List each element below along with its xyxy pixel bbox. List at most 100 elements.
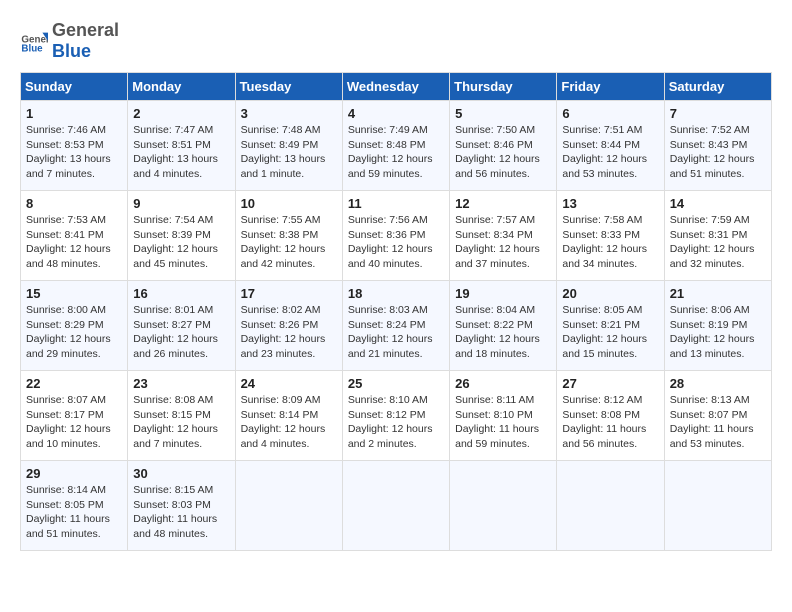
day-info: Sunrise: 8:01 AMSunset: 8:27 PMDaylight:… (133, 304, 218, 360)
day-info: Sunrise: 8:02 AMSunset: 8:26 PMDaylight:… (241, 304, 326, 360)
logo-general-text: General (52, 20, 119, 40)
calendar-day-cell: 19 Sunrise: 8:04 AMSunset: 8:22 PMDaylig… (450, 281, 557, 371)
logo: General Blue General Blue (20, 20, 119, 62)
calendar-day-cell: 13 Sunrise: 7:58 AMSunset: 8:33 PMDaylig… (557, 191, 664, 281)
day-info: Sunrise: 7:49 AMSunset: 8:48 PMDaylight:… (348, 124, 433, 180)
day-number: 12 (455, 196, 551, 211)
calendar-day-cell: 17 Sunrise: 8:02 AMSunset: 8:26 PMDaylig… (235, 281, 342, 371)
day-info: Sunrise: 8:08 AMSunset: 8:15 PMDaylight:… (133, 394, 218, 450)
day-number: 6 (562, 106, 658, 121)
day-number: 10 (241, 196, 337, 211)
day-number: 8 (26, 196, 122, 211)
weekday-header: Wednesday (342, 73, 449, 101)
day-info: Sunrise: 7:47 AMSunset: 8:51 PMDaylight:… (133, 124, 218, 180)
day-info: Sunrise: 8:14 AMSunset: 8:05 PMDaylight:… (26, 484, 110, 540)
day-number: 5 (455, 106, 551, 121)
calendar-day-cell: 1 Sunrise: 7:46 AMSunset: 8:53 PMDayligh… (21, 101, 128, 191)
day-number: 2 (133, 106, 229, 121)
day-number: 9 (133, 196, 229, 211)
calendar-day-cell: 30 Sunrise: 8:15 AMSunset: 8:03 PMDaylig… (128, 461, 235, 551)
day-info: Sunrise: 7:58 AMSunset: 8:33 PMDaylight:… (562, 214, 647, 270)
day-number: 1 (26, 106, 122, 121)
day-number: 26 (455, 376, 551, 391)
calendar-day-cell (342, 461, 449, 551)
calendar-day-cell: 3 Sunrise: 7:48 AMSunset: 8:49 PMDayligh… (235, 101, 342, 191)
calendar-day-cell: 16 Sunrise: 8:01 AMSunset: 8:27 PMDaylig… (128, 281, 235, 371)
day-info: Sunrise: 8:13 AMSunset: 8:07 PMDaylight:… (670, 394, 754, 450)
day-info: Sunrise: 7:54 AMSunset: 8:39 PMDaylight:… (133, 214, 218, 270)
calendar-day-cell: 21 Sunrise: 8:06 AMSunset: 8:19 PMDaylig… (664, 281, 771, 371)
calendar-day-cell: 12 Sunrise: 7:57 AMSunset: 8:34 PMDaylig… (450, 191, 557, 281)
weekday-header: Saturday (664, 73, 771, 101)
day-number: 4 (348, 106, 444, 121)
day-number: 24 (241, 376, 337, 391)
weekday-header: Sunday (21, 73, 128, 101)
day-number: 15 (26, 286, 122, 301)
day-number: 14 (670, 196, 766, 211)
calendar-day-cell: 4 Sunrise: 7:49 AMSunset: 8:48 PMDayligh… (342, 101, 449, 191)
calendar-day-cell: 9 Sunrise: 7:54 AMSunset: 8:39 PMDayligh… (128, 191, 235, 281)
calendar-day-cell: 5 Sunrise: 7:50 AMSunset: 8:46 PMDayligh… (450, 101, 557, 191)
calendar-day-cell (450, 461, 557, 551)
svg-text:Blue: Blue (21, 44, 43, 55)
logo-blue-text: Blue (52, 41, 91, 61)
calendar-header-row: SundayMondayTuesdayWednesdayThursdayFrid… (21, 73, 772, 101)
calendar-day-cell (557, 461, 664, 551)
weekday-header: Friday (557, 73, 664, 101)
day-number: 25 (348, 376, 444, 391)
day-number: 21 (670, 286, 766, 301)
day-number: 22 (26, 376, 122, 391)
day-info: Sunrise: 7:55 AMSunset: 8:38 PMDaylight:… (241, 214, 326, 270)
day-info: Sunrise: 8:15 AMSunset: 8:03 PMDaylight:… (133, 484, 217, 540)
calendar-day-cell: 22 Sunrise: 8:07 AMSunset: 8:17 PMDaylig… (21, 371, 128, 461)
calendar-week-row: 1 Sunrise: 7:46 AMSunset: 8:53 PMDayligh… (21, 101, 772, 191)
day-number: 19 (455, 286, 551, 301)
day-info: Sunrise: 8:10 AMSunset: 8:12 PMDaylight:… (348, 394, 433, 450)
weekday-header: Tuesday (235, 73, 342, 101)
day-number: 13 (562, 196, 658, 211)
calendar-day-cell: 28 Sunrise: 8:13 AMSunset: 8:07 PMDaylig… (664, 371, 771, 461)
day-info: Sunrise: 8:06 AMSunset: 8:19 PMDaylight:… (670, 304, 755, 360)
day-info: Sunrise: 8:04 AMSunset: 8:22 PMDaylight:… (455, 304, 540, 360)
day-number: 17 (241, 286, 337, 301)
day-info: Sunrise: 7:57 AMSunset: 8:34 PMDaylight:… (455, 214, 540, 270)
calendar-day-cell: 10 Sunrise: 7:55 AMSunset: 8:38 PMDaylig… (235, 191, 342, 281)
day-info: Sunrise: 7:51 AMSunset: 8:44 PMDaylight:… (562, 124, 647, 180)
day-info: Sunrise: 8:11 AMSunset: 8:10 PMDaylight:… (455, 394, 539, 450)
day-info: Sunrise: 8:12 AMSunset: 8:08 PMDaylight:… (562, 394, 646, 450)
calendar-day-cell: 11 Sunrise: 7:56 AMSunset: 8:36 PMDaylig… (342, 191, 449, 281)
calendar-day-cell: 7 Sunrise: 7:52 AMSunset: 8:43 PMDayligh… (664, 101, 771, 191)
day-info: Sunrise: 7:46 AMSunset: 8:53 PMDaylight:… (26, 124, 111, 180)
calendar-week-row: 15 Sunrise: 8:00 AMSunset: 8:29 PMDaylig… (21, 281, 772, 371)
day-number: 3 (241, 106, 337, 121)
calendar-table: SundayMondayTuesdayWednesdayThursdayFrid… (20, 72, 772, 551)
day-number: 16 (133, 286, 229, 301)
calendar-day-cell: 2 Sunrise: 7:47 AMSunset: 8:51 PMDayligh… (128, 101, 235, 191)
calendar-week-row: 22 Sunrise: 8:07 AMSunset: 8:17 PMDaylig… (21, 371, 772, 461)
calendar-day-cell: 8 Sunrise: 7:53 AMSunset: 8:41 PMDayligh… (21, 191, 128, 281)
day-info: Sunrise: 8:05 AMSunset: 8:21 PMDaylight:… (562, 304, 647, 360)
calendar-day-cell: 14 Sunrise: 7:59 AMSunset: 8:31 PMDaylig… (664, 191, 771, 281)
calendar-day-cell: 26 Sunrise: 8:11 AMSunset: 8:10 PMDaylig… (450, 371, 557, 461)
page-header: General Blue General Blue (20, 20, 772, 62)
calendar-day-cell: 25 Sunrise: 8:10 AMSunset: 8:12 PMDaylig… (342, 371, 449, 461)
day-number: 18 (348, 286, 444, 301)
calendar-day-cell: 18 Sunrise: 8:03 AMSunset: 8:24 PMDaylig… (342, 281, 449, 371)
day-info: Sunrise: 8:09 AMSunset: 8:14 PMDaylight:… (241, 394, 326, 450)
day-info: Sunrise: 7:48 AMSunset: 8:49 PMDaylight:… (241, 124, 326, 180)
day-info: Sunrise: 7:59 AMSunset: 8:31 PMDaylight:… (670, 214, 755, 270)
calendar-day-cell: 27 Sunrise: 8:12 AMSunset: 8:08 PMDaylig… (557, 371, 664, 461)
calendar-day-cell: 24 Sunrise: 8:09 AMSunset: 8:14 PMDaylig… (235, 371, 342, 461)
day-info: Sunrise: 7:50 AMSunset: 8:46 PMDaylight:… (455, 124, 540, 180)
calendar-day-cell: 23 Sunrise: 8:08 AMSunset: 8:15 PMDaylig… (128, 371, 235, 461)
day-info: Sunrise: 7:53 AMSunset: 8:41 PMDaylight:… (26, 214, 111, 270)
day-number: 30 (133, 466, 229, 481)
day-number: 23 (133, 376, 229, 391)
calendar-week-row: 29 Sunrise: 8:14 AMSunset: 8:05 PMDaylig… (21, 461, 772, 551)
day-number: 27 (562, 376, 658, 391)
calendar-day-cell: 15 Sunrise: 8:00 AMSunset: 8:29 PMDaylig… (21, 281, 128, 371)
day-info: Sunrise: 7:52 AMSunset: 8:43 PMDaylight:… (670, 124, 755, 180)
day-info: Sunrise: 7:56 AMSunset: 8:36 PMDaylight:… (348, 214, 433, 270)
day-number: 11 (348, 196, 444, 211)
day-info: Sunrise: 8:03 AMSunset: 8:24 PMDaylight:… (348, 304, 433, 360)
